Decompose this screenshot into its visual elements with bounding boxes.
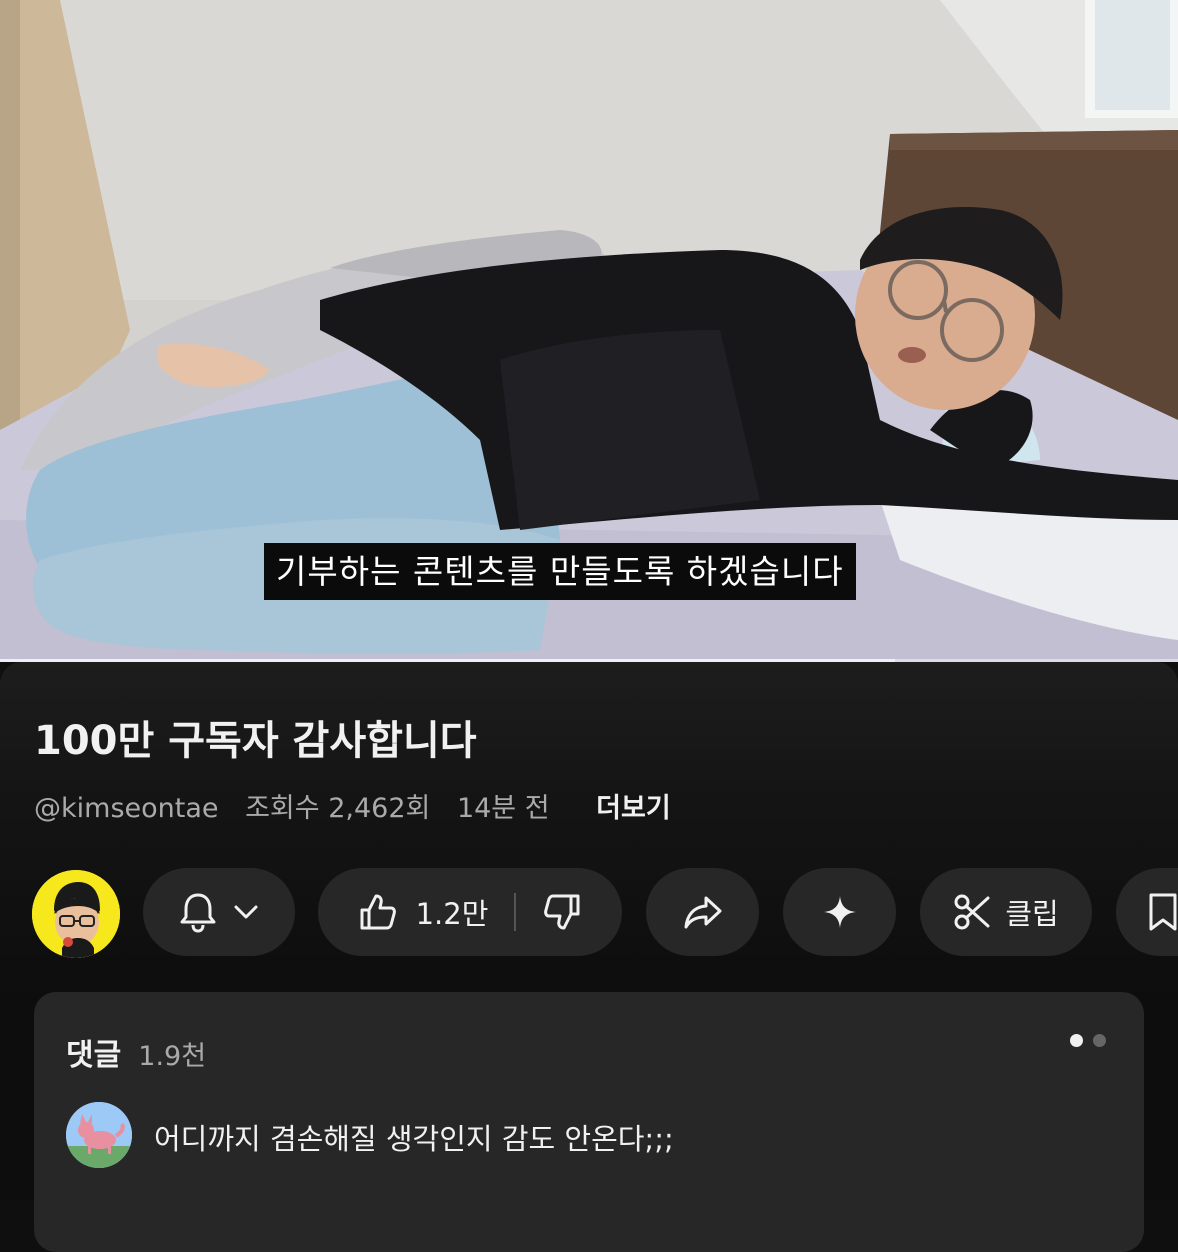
view-count: 조회수 2,462회 (245, 793, 431, 824)
comments-header: 댓글 1.9천 (66, 1030, 206, 1074)
share-button[interactable] (646, 868, 759, 956)
top-comment-text: 어디까지 겸손해질 생각인지 감도 안온다;;; (154, 1122, 674, 1156)
carousel-indicator (1070, 1034, 1106, 1047)
share-icon (682, 894, 724, 930)
like-button[interactable]: 1.2만 (358, 891, 515, 933)
chevron-down-icon (232, 903, 260, 921)
commenter-avatar-image (66, 1102, 132, 1168)
upload-age: 14분 전 (456, 793, 550, 824)
thumbs-up-icon (358, 892, 398, 932)
dislike-button[interactable] (516, 892, 582, 932)
commenter-avatar[interactable] (66, 1102, 132, 1168)
clip-button[interactable]: 클립 (920, 868, 1092, 956)
ask-ai-button[interactable] (783, 868, 896, 956)
carousel-dot (1093, 1034, 1106, 1047)
comments-label: 댓글 (66, 1038, 122, 1073)
more-button[interactable]: 더보기 (596, 793, 671, 824)
bell-icon (178, 891, 218, 933)
video-player[interactable]: 기부하는 콘텐츠를 만들도록 하겠습니다 (0, 0, 1178, 662)
clip-label: 클립 (1005, 897, 1059, 931)
video-metadata[interactable]: @kimseontae 조회수 2,462회 14분 전 더보기 (34, 786, 689, 825)
like-dislike-group: 1.2만 (318, 868, 622, 956)
video-subtitle: 기부하는 콘텐츠를 만들도록 하겠습니다 (264, 543, 856, 600)
comments-count: 1.9천 (138, 1041, 207, 1072)
channel-handle[interactable]: @kimseontae (34, 793, 219, 824)
channel-avatar[interactable] (32, 870, 120, 958)
carousel-dot-active (1070, 1034, 1083, 1047)
bookmark-icon (1146, 892, 1178, 932)
comments-card[interactable]: 댓글 1.9천 어디까지 겸손해질 생각인지 감도 안온다;;; (34, 992, 1144, 1252)
video-info-panel: 100만 구독자 감사합니다 @kimseontae 조회수 2,462회 14… (0, 662, 1178, 1252)
subscription-bell-button[interactable] (143, 868, 295, 956)
thumbs-down-icon (542, 892, 582, 932)
video-title[interactable]: 100만 구독자 감사합니다 (34, 708, 477, 766)
save-button[interactable] (1116, 868, 1178, 956)
sparkle-icon (822, 894, 858, 930)
scissors-icon (953, 893, 991, 931)
like-count: 1.2만 (415, 897, 489, 931)
channel-avatar-image (32, 870, 120, 958)
action-bar: 1.2만 클립 (0, 866, 1178, 958)
